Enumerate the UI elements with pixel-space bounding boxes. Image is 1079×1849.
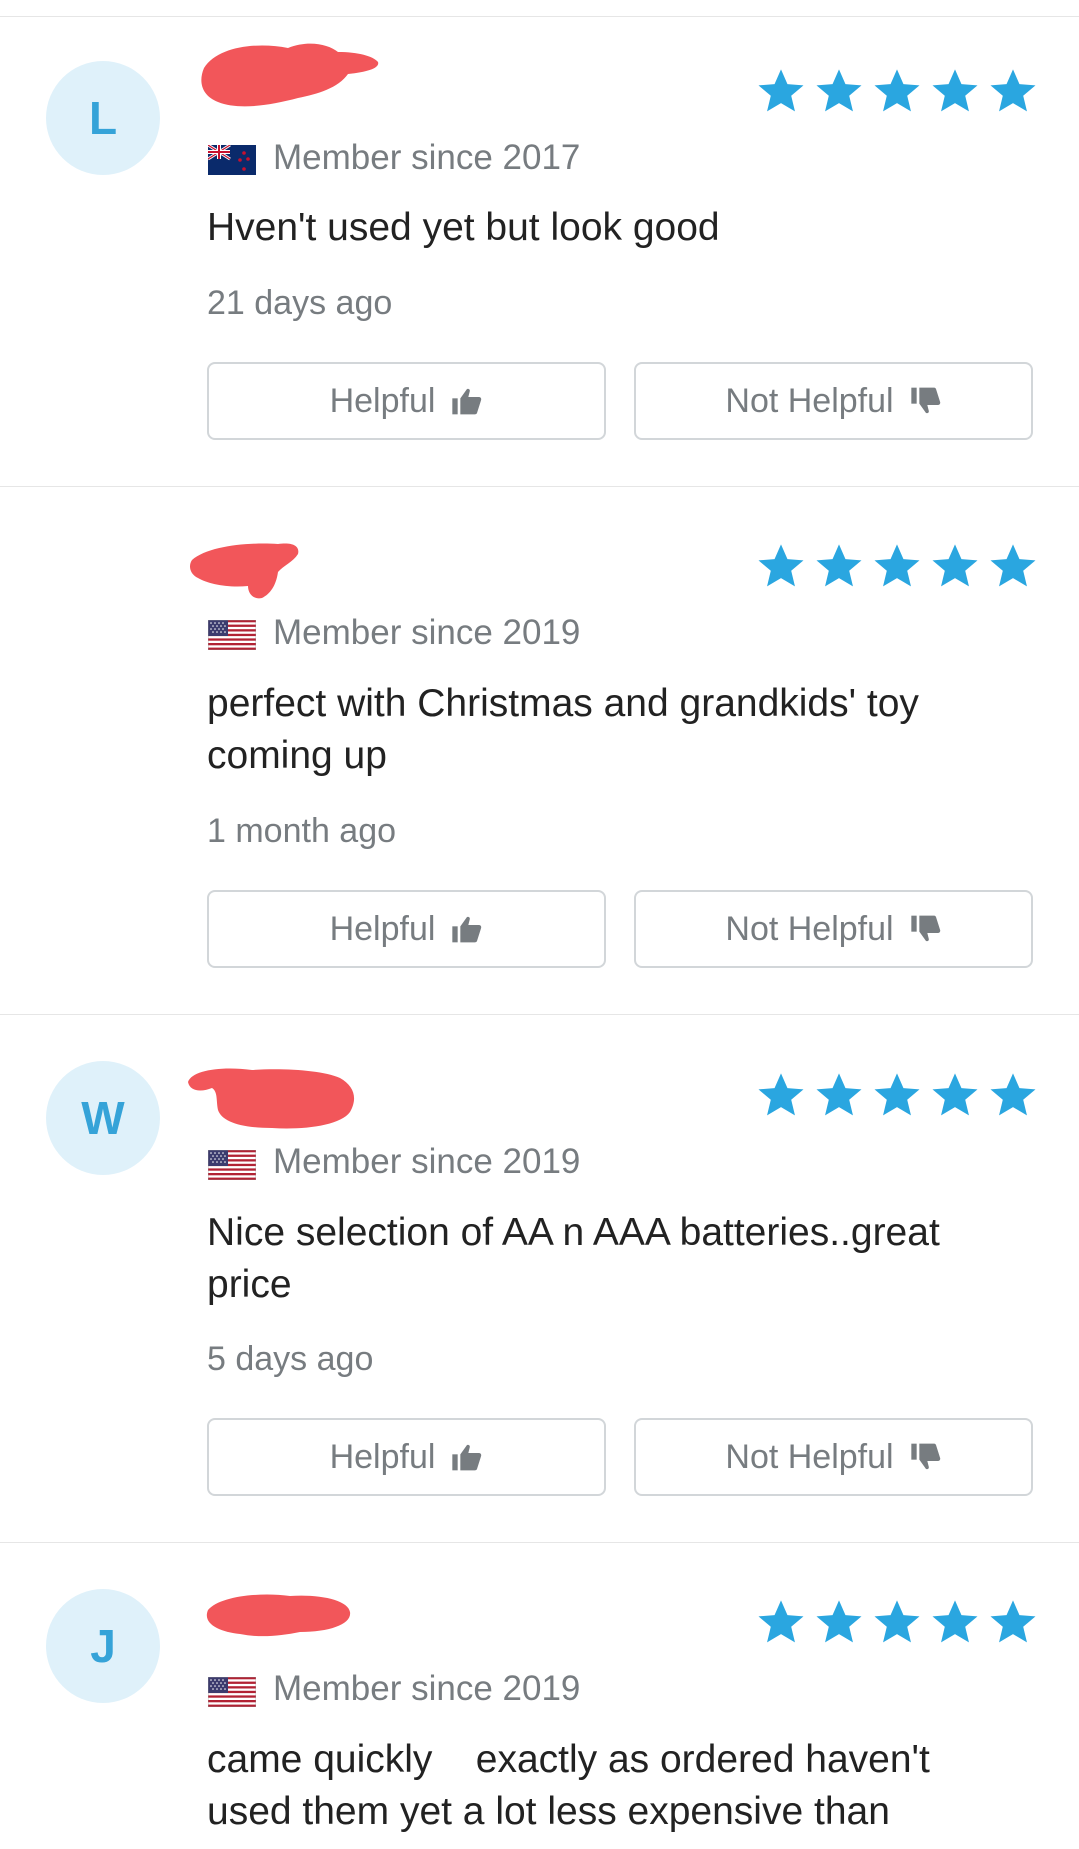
review-card: Member since 2019 perfect with Christmas… <box>0 488 1079 1016</box>
star-icon <box>813 1597 865 1647</box>
thumbs-down-icon <box>910 386 942 416</box>
star-icon <box>929 66 981 116</box>
review-card: L Member since 2017 Hven't used yet but … <box>0 0 1079 488</box>
star-icon <box>987 66 1039 116</box>
helpful-label: Helpful <box>329 381 436 420</box>
star-icon <box>987 541 1039 591</box>
not-helpful-label: Not Helpful <box>725 381 894 420</box>
review-date: 5 days ago <box>207 1340 374 1378</box>
not-helpful-button[interactable]: Not Helpful <box>634 1418 1033 1496</box>
review-divider <box>0 1014 1079 1015</box>
star-rating <box>755 541 1039 591</box>
member-since: Member since 2019 <box>273 613 581 652</box>
us-flag-icon <box>208 1150 256 1180</box>
not-helpful-button[interactable]: Not Helpful <box>634 890 1033 968</box>
us-flag-icon <box>208 620 256 650</box>
redacted-reviewer-name <box>190 543 299 599</box>
not-helpful-button[interactable]: Not Helpful <box>634 362 1033 440</box>
star-icon <box>987 1597 1039 1647</box>
thumbs-up-icon <box>451 914 483 944</box>
star-icon <box>929 541 981 591</box>
star-icon <box>813 66 865 116</box>
star-icon <box>755 1597 807 1647</box>
star-rating <box>755 66 1039 116</box>
avatar: L <box>46 61 160 175</box>
helpful-button[interactable]: Helpful <box>207 362 606 440</box>
review-text: perfect with Christmas and grandkids' to… <box>207 682 919 777</box>
review-text: came quickly exactly as ordered haven't … <box>207 1738 930 1833</box>
redacted-reviewer-name <box>188 1068 355 1129</box>
not-helpful-label: Not Helpful <box>725 1437 894 1476</box>
star-icon <box>813 541 865 591</box>
helpful-button[interactable]: Helpful <box>207 1418 606 1496</box>
member-since: Member since 2019 <box>273 1142 581 1181</box>
star-rating <box>755 1597 1039 1647</box>
star-icon <box>755 541 807 591</box>
star-icon <box>987 1070 1039 1120</box>
not-helpful-label: Not Helpful <box>725 909 894 948</box>
star-icon <box>755 1070 807 1120</box>
review-divider <box>0 486 1079 487</box>
review-text: Nice selection of AA n AAA batteries..gr… <box>207 1211 940 1306</box>
new-zealand-flag-icon <box>208 145 256 175</box>
star-icon <box>929 1070 981 1120</box>
thumbs-down-icon <box>910 914 942 944</box>
star-icon <box>871 1070 923 1120</box>
avatar: W <box>46 1061 160 1175</box>
star-icon <box>871 541 923 591</box>
avatar: J <box>46 1589 160 1703</box>
review-card: J Member since 2019 came quickly exactly… <box>0 1544 1079 1849</box>
thumbs-up-icon <box>451 1442 483 1472</box>
member-since: Member since 2019 <box>273 1669 581 1708</box>
star-rating <box>755 1070 1039 1120</box>
us-flag-icon <box>208 1677 256 1707</box>
thumbs-up-icon <box>451 386 483 416</box>
helpful-button[interactable]: Helpful <box>207 890 606 968</box>
star-icon <box>755 66 807 116</box>
review-date: 21 days ago <box>207 284 393 322</box>
star-icon <box>929 1597 981 1647</box>
helpful-label: Helpful <box>329 1437 436 1476</box>
thumbs-down-icon <box>910 1442 942 1472</box>
review-card: W Member since 2019 Nice selection of AA… <box>0 1016 1079 1544</box>
star-icon <box>871 1597 923 1647</box>
star-icon <box>813 1070 865 1120</box>
redacted-reviewer-name <box>201 43 379 107</box>
star-icon <box>871 66 923 116</box>
review-divider <box>0 1542 1079 1543</box>
review-date: 1 month ago <box>207 812 397 850</box>
redacted-reviewer-name <box>206 1594 351 1637</box>
member-since: Member since 2017 <box>273 138 581 177</box>
review-text: Hven't used yet but look good <box>207 206 720 249</box>
helpful-label: Helpful <box>329 909 436 948</box>
